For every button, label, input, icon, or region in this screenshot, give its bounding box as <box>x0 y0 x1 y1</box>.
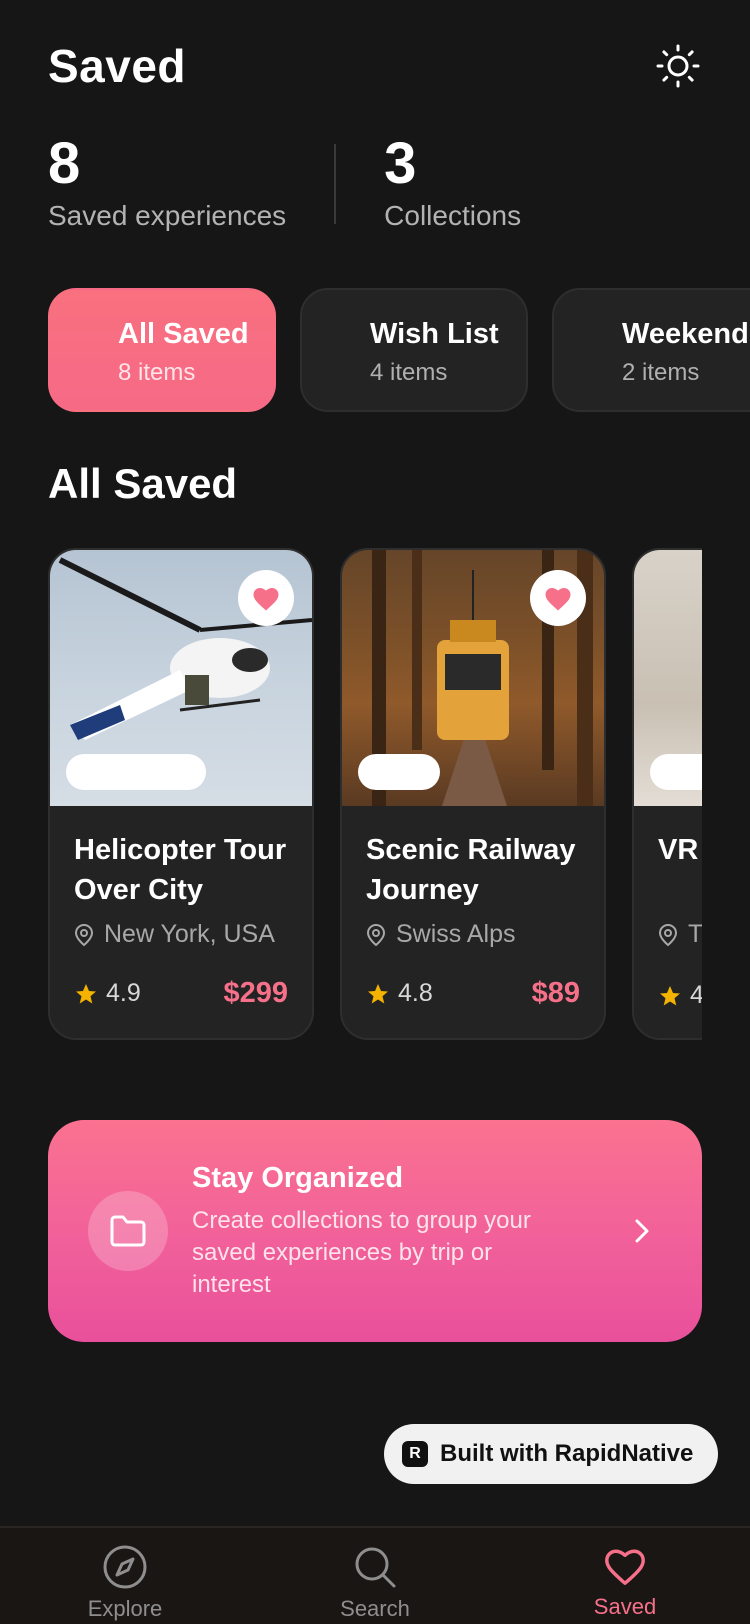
rating-value: 4.9 <box>106 979 141 1007</box>
collection-chips: All Saved 8 items Wish List 4 items Week… <box>48 288 750 412</box>
unsave-heart-button[interactable] <box>238 570 294 626</box>
experience-card[interactable]: Tours Scenic Railway Journey Swiss Alps … <box>340 548 606 1040</box>
sun-icon <box>656 44 700 88</box>
location-text: T <box>688 920 702 948</box>
card-price: $299 <box>223 977 288 1009</box>
stat-label: Collections <box>384 200 522 231</box>
card-rating: 4.8 <box>366 979 433 1008</box>
card-price: $89 <box>531 977 580 1009</box>
stat-saved-experiences: 8 Saved experiences <box>48 132 286 232</box>
heart-filled-icon <box>545 588 571 611</box>
heart-filled-icon <box>253 588 279 611</box>
chip-all-saved[interactable]: All Saved 8 items <box>48 288 276 412</box>
stay-organized-banner[interactable]: Stay Organized Create collections to gro… <box>48 1120 702 1342</box>
stat-collections: 3 Collections <box>384 132 521 232</box>
card-image: Tours <box>342 550 604 806</box>
tab-label: Explore <box>87 1596 163 1621</box>
promo-arrow-button[interactable] <box>622 1217 662 1245</box>
badge-label: Built with RapidNative <box>440 1440 694 1467</box>
heart-icon <box>605 1549 645 1585</box>
star-icon <box>76 983 96 1003</box>
card-location: T <box>658 920 702 949</box>
promo-title: Stay Organized <box>192 1161 404 1194</box>
promo-icon-circle <box>88 1191 168 1271</box>
rating-value: 4.8 <box>398 979 433 1007</box>
location-pin-icon <box>658 923 678 946</box>
header: Saved <box>48 36 702 96</box>
compass-icon <box>103 1545 147 1589</box>
tab-label: Search <box>340 1596 410 1621</box>
tab-label: Saved <box>593 1594 657 1619</box>
theme-toggle-button[interactable] <box>654 42 702 90</box>
rating-value: 4 <box>690 981 702 1010</box>
category-tag <box>650 754 702 790</box>
experience-card[interactable]: Helicopter Tour Over City New York, USA … <box>48 548 314 1040</box>
stat-divider <box>334 144 337 224</box>
promo-description: Create collections to group your saved e… <box>192 1206 531 1298</box>
location-pin-icon <box>74 923 94 946</box>
chip-name: Weekend <box>622 318 749 350</box>
stat-value: 3 <box>384 131 417 196</box>
experience-card[interactable]: VR Exp T 4 <box>632 548 702 1040</box>
category-tag: Tours <box>358 754 441 790</box>
stat-label: Saved experiences <box>48 200 287 231</box>
chip-wish-list[interactable]: Wish List 4 items <box>300 288 528 412</box>
tab-search[interactable]: Search <box>250 1528 500 1624</box>
chip-name: Wish List <box>370 318 499 350</box>
chip-name: All Saved <box>118 318 249 350</box>
stat-value: 8 <box>48 131 81 196</box>
card-rating: 4.9 <box>74 979 141 1008</box>
card-location: Swiss Alps <box>366 920 580 949</box>
chip-count: 2 items <box>622 359 700 386</box>
chip-count: 4 items <box>370 359 448 386</box>
card-title: VR Exp <box>658 834 702 866</box>
rapidnative-logo-icon: R <box>402 1441 428 1467</box>
bottom-tab-bar: Explore Search Saved <box>0 1526 750 1624</box>
search-icon <box>355 1547 396 1588</box>
star-icon <box>368 983 388 1003</box>
tab-saved[interactable]: Saved <box>500 1528 750 1624</box>
chevron-right-icon <box>635 1219 649 1243</box>
page-title: Saved <box>48 40 187 92</box>
category-tag <box>66 754 206 790</box>
card-image <box>50 550 312 806</box>
chip-count: 8 items <box>118 359 196 386</box>
chip-weekend[interactable]: Weekend 2 items <box>552 288 750 412</box>
tab-explore[interactable]: Explore <box>0 1528 250 1624</box>
location-pin-icon <box>366 923 386 946</box>
saved-cards-carousel[interactable]: Helicopter Tour Over City New York, USA … <box>48 548 702 1040</box>
card-image <box>634 550 702 806</box>
section-title: All Saved <box>48 460 238 507</box>
location-text: New York, USA <box>104 920 275 948</box>
built-with-badge[interactable]: R Built with RapidNative <box>384 1424 718 1484</box>
unsave-heart-button[interactable] <box>530 570 586 626</box>
star-icon <box>660 985 680 1005</box>
stats-row: 8 Saved experiences 3 Collections <box>48 132 521 232</box>
card-location: New York, USA <box>74 920 288 949</box>
card-rating: 4 <box>658 981 702 1010</box>
card-title: Scenic Railway Journey <box>366 834 576 906</box>
folder-icon <box>110 1215 146 1247</box>
location-text: Swiss Alps <box>396 920 516 948</box>
card-title: Helicopter Tour Over City <box>74 834 287 906</box>
